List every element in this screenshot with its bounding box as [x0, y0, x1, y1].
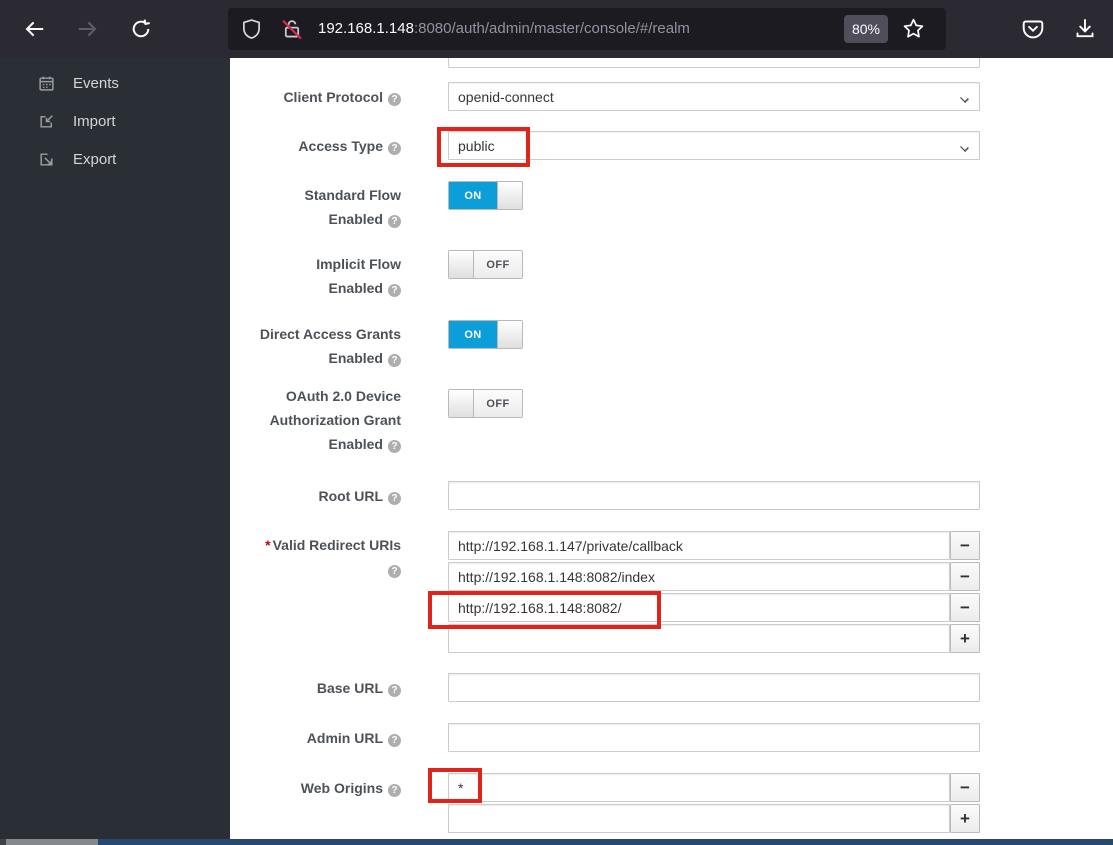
- base-url-label: Base URL?: [230, 676, 401, 700]
- sidebar-item-label: Import: [73, 112, 116, 130]
- sidebar-item-events[interactable]: Events: [0, 64, 230, 102]
- zoom-level-badge[interactable]: 80%: [844, 15, 888, 43]
- implicit-flow-toggle[interactable]: OFF: [448, 250, 523, 279]
- back-button[interactable]: [20, 14, 50, 44]
- toggle-state-label: OFF: [474, 390, 522, 417]
- access-type-select[interactable]: public: [448, 131, 980, 160]
- add-web-origin-button[interactable]: +: [950, 804, 980, 833]
- web-origin-input-1[interactable]: [448, 773, 950, 802]
- back-arrow-icon: [25, 21, 44, 37]
- toggle-state-label: ON: [449, 182, 497, 209]
- url-bar[interactable]: 192.168.1.148:8080/auth/admin/master/con…: [228, 8, 946, 50]
- import-icon: [40, 114, 53, 128]
- standard-flow-label: Standard Flow Enabled?: [304, 187, 401, 228]
- help-icon[interactable]: ?: [388, 142, 401, 155]
- access-type-label: Access Type?: [230, 134, 401, 158]
- bookmark-star-icon[interactable]: [902, 17, 925, 45]
- toggle-state-label: OFF: [474, 251, 522, 278]
- sidebar-item-label: Export: [73, 150, 117, 168]
- web-origins-label: Web Origins?: [230, 776, 401, 800]
- remove-redirect-uri-1-button[interactable]: −: [950, 531, 980, 560]
- web-origin-new-input[interactable]: [448, 804, 950, 833]
- pocket-icon: [1022, 20, 1044, 39]
- help-icon[interactable]: ?: [388, 215, 401, 228]
- sidebar-item-label: Events: [73, 74, 119, 92]
- admin-sidebar: Events Import Export: [0, 58, 230, 839]
- redirect-uri-input-3[interactable]: [448, 593, 950, 622]
- calendar-icon: [39, 76, 54, 91]
- help-icon[interactable]: ?: [388, 93, 401, 106]
- forward-button[interactable]: [72, 14, 102, 44]
- valid-redirect-uris-label: * Valid Redirect URIs ?: [265, 537, 401, 578]
- toggle-handle: [497, 321, 522, 348]
- remove-web-origin-button[interactable]: −: [950, 773, 980, 802]
- sidebar-item-export[interactable]: Export: [0, 140, 230, 178]
- toggle-handle: [449, 390, 474, 417]
- keycloak-client-settings-screen: 192.168.1.148:8080/auth/admin/master/con…: [0, 0, 1113, 845]
- bottom-scrollbar-thumb[interactable]: [6, 839, 98, 845]
- url-text: 192.168.1.148:8080/auth/admin/master/con…: [318, 8, 842, 50]
- client-protocol-label: Client Protocol?: [230, 85, 401, 109]
- redirect-uri-new-input[interactable]: [448, 624, 950, 653]
- redirect-uri-input-2[interactable]: [448, 562, 950, 591]
- help-icon[interactable]: ?: [388, 784, 401, 797]
- client-protocol-select[interactable]: openid-connect: [448, 82, 980, 111]
- root-url-input[interactable]: [448, 481, 980, 510]
- pocket-save-button[interactable]: [1018, 14, 1048, 44]
- insecure-lock-icon[interactable]: [281, 18, 303, 45]
- help-icon[interactable]: ?: [388, 440, 401, 453]
- help-icon[interactable]: ?: [388, 565, 401, 578]
- toggle-state-label: ON: [449, 321, 497, 348]
- help-icon[interactable]: ?: [388, 734, 401, 747]
- admin-url-label: Admin URL?: [230, 726, 401, 750]
- help-icon[interactable]: ?: [388, 354, 401, 367]
- downloads-button[interactable]: [1070, 14, 1100, 44]
- oauth-device-grant-label: OAuth 2.0 Device Authorization Grant Ena…: [269, 388, 401, 453]
- help-icon[interactable]: ?: [388, 284, 401, 297]
- url-path: :8080/auth/admin/master/console/#/realm: [413, 20, 690, 37]
- toggle-handle: [449, 251, 474, 278]
- help-icon[interactable]: ?: [388, 684, 401, 697]
- admin-url-input[interactable]: [448, 723, 980, 752]
- bottom-scrollbar-track[interactable]: [0, 839, 1113, 845]
- help-icon[interactable]: ?: [388, 492, 401, 505]
- redirect-uri-input-1[interactable]: [448, 531, 950, 560]
- base-url-input[interactable]: [448, 673, 980, 702]
- direct-access-grants-toggle[interactable]: ON: [448, 320, 523, 349]
- forward-arrow-icon: [78, 21, 97, 37]
- toggle-handle: [497, 182, 522, 209]
- reload-icon: [132, 19, 150, 38]
- implicit-flow-label: Implicit Flow Enabled?: [316, 256, 401, 297]
- direct-access-grants-label: Direct Access Grants Enabled?: [259, 326, 401, 367]
- oauth-device-grant-toggle[interactable]: OFF: [448, 389, 523, 418]
- reload-button[interactable]: [126, 14, 156, 44]
- standard-flow-toggle[interactable]: ON: [448, 181, 523, 210]
- root-url-label: Root URL?: [230, 484, 401, 508]
- remove-redirect-uri-3-button[interactable]: −: [950, 593, 980, 622]
- url-host: 192.168.1.148: [318, 20, 414, 37]
- chevron-down-icon: [960, 143, 969, 152]
- add-redirect-uri-button[interactable]: +: [950, 624, 980, 653]
- download-icon: [1076, 19, 1094, 38]
- remove-redirect-uri-2-button[interactable]: −: [950, 562, 980, 591]
- clipped-input-above[interactable]: [448, 58, 980, 68]
- chevron-down-icon: [960, 94, 969, 103]
- export-icon: [40, 152, 53, 166]
- shield-icon[interactable]: [241, 18, 262, 45]
- browser-toolbar: 192.168.1.148:8080/auth/admin/master/con…: [0, 0, 1113, 58]
- sidebar-item-import[interactable]: Import: [0, 102, 230, 140]
